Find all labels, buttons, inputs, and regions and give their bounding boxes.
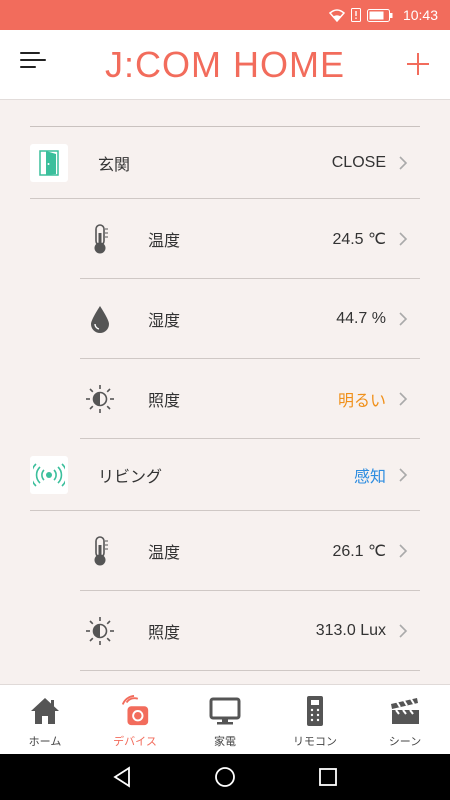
device-row-entrance[interactable]: 玄関 CLOSE [30,127,420,199]
sensor-value: 44.7 % [336,309,386,327]
device-name: リビング [98,466,163,486]
sensor-value: 明るい [337,392,386,410]
hamburger-menu-icon[interactable] [20,52,48,78]
motion-sensor-icon [30,455,68,494]
recents-icon[interactable] [316,765,340,789]
sensor-value: 26.1 ℃ [332,542,386,560]
home-icon [29,695,61,727]
bottom-tab-bar: ホーム デバイス 家電 リモコン シーン [0,684,450,754]
water-drop-icon [82,301,118,337]
sensor-row-illuminance[interactable]: 照度 313.0 Lux [80,591,420,671]
device-icon [119,695,151,727]
sensor-value: 313.0 Lux [315,621,386,639]
chevron-right-icon [399,231,408,246]
device-status: CLOSE [331,153,386,171]
back-icon[interactable] [110,765,134,789]
sensor-label: 照度 [148,622,181,642]
remote-icon [299,695,331,727]
tab-label: デバイス [113,735,157,748]
status-bar: 10:43 [0,0,450,30]
sensor-row-humidity[interactable]: 湿度 44.7 % [80,279,420,359]
chevron-right-icon [399,311,408,326]
device-group-living: リビング 感知 温度 26.1 ℃ 照度 313.0 Lux [30,439,420,671]
thermometer-icon [82,533,118,569]
sensor-row-illuminance[interactable]: 照度 明るい [80,359,420,439]
brightness-icon [82,613,118,649]
device-list: 玄関 CLOSE 温度 24.5 ℃ 湿度 44.7 % 照度 明るい リビング… [0,101,450,684]
tab-label: シーン [388,735,422,748]
status-time: 10:43 [402,7,438,23]
brightness-icon [82,381,118,417]
system-nav-bar [0,754,450,800]
tab-devices[interactable]: デバイス [90,685,180,754]
wifi-icon [328,9,345,22]
door-sensor-icon [30,143,68,182]
monitor-icon [209,695,241,727]
tab-scenes[interactable]: シーン [360,685,450,754]
app-header: J:COM HOME [0,30,450,100]
chevron-right-icon [399,623,408,638]
thermometer-icon [82,221,118,257]
sensor-label: 温度 [148,542,181,562]
tab-appliances[interactable]: 家電 [180,685,270,754]
sensor-value: 24.5 ℃ [332,230,386,248]
device-name: 玄関 [98,154,131,174]
sensor-label: 湿度 [148,310,181,330]
tab-label: ホーム [28,735,62,748]
chevron-right-icon [399,467,408,482]
tab-label: リモコン [293,735,337,748]
device-row-living[interactable]: リビング 感知 [30,439,420,511]
tab-home[interactable]: ホーム [0,685,90,754]
chevron-right-icon [399,155,408,170]
chevron-right-icon [399,543,408,558]
app-title: J:COM HOME [105,43,345,85]
tab-label: 家電 [214,735,236,748]
tab-remote[interactable]: リモコン [270,685,360,754]
sensor-label: 温度 [148,230,181,250]
home-circle-icon[interactable] [213,765,237,789]
plus-icon[interactable] [404,50,432,78]
sensor-label: 照度 [148,390,181,410]
sim-alert-icon [350,8,361,22]
sensor-row-temperature[interactable]: 温度 26.1 ℃ [80,511,420,591]
device-status: 感知 [353,468,386,486]
sensor-row-temperature[interactable]: 温度 24.5 ℃ [80,199,420,279]
chevron-right-icon [399,391,408,406]
device-group-entrance: 玄関 CLOSE 温度 24.5 ℃ 湿度 44.7 % 照度 明るい [30,127,420,439]
battery-icon [366,8,393,22]
clapperboard-icon [389,695,421,727]
